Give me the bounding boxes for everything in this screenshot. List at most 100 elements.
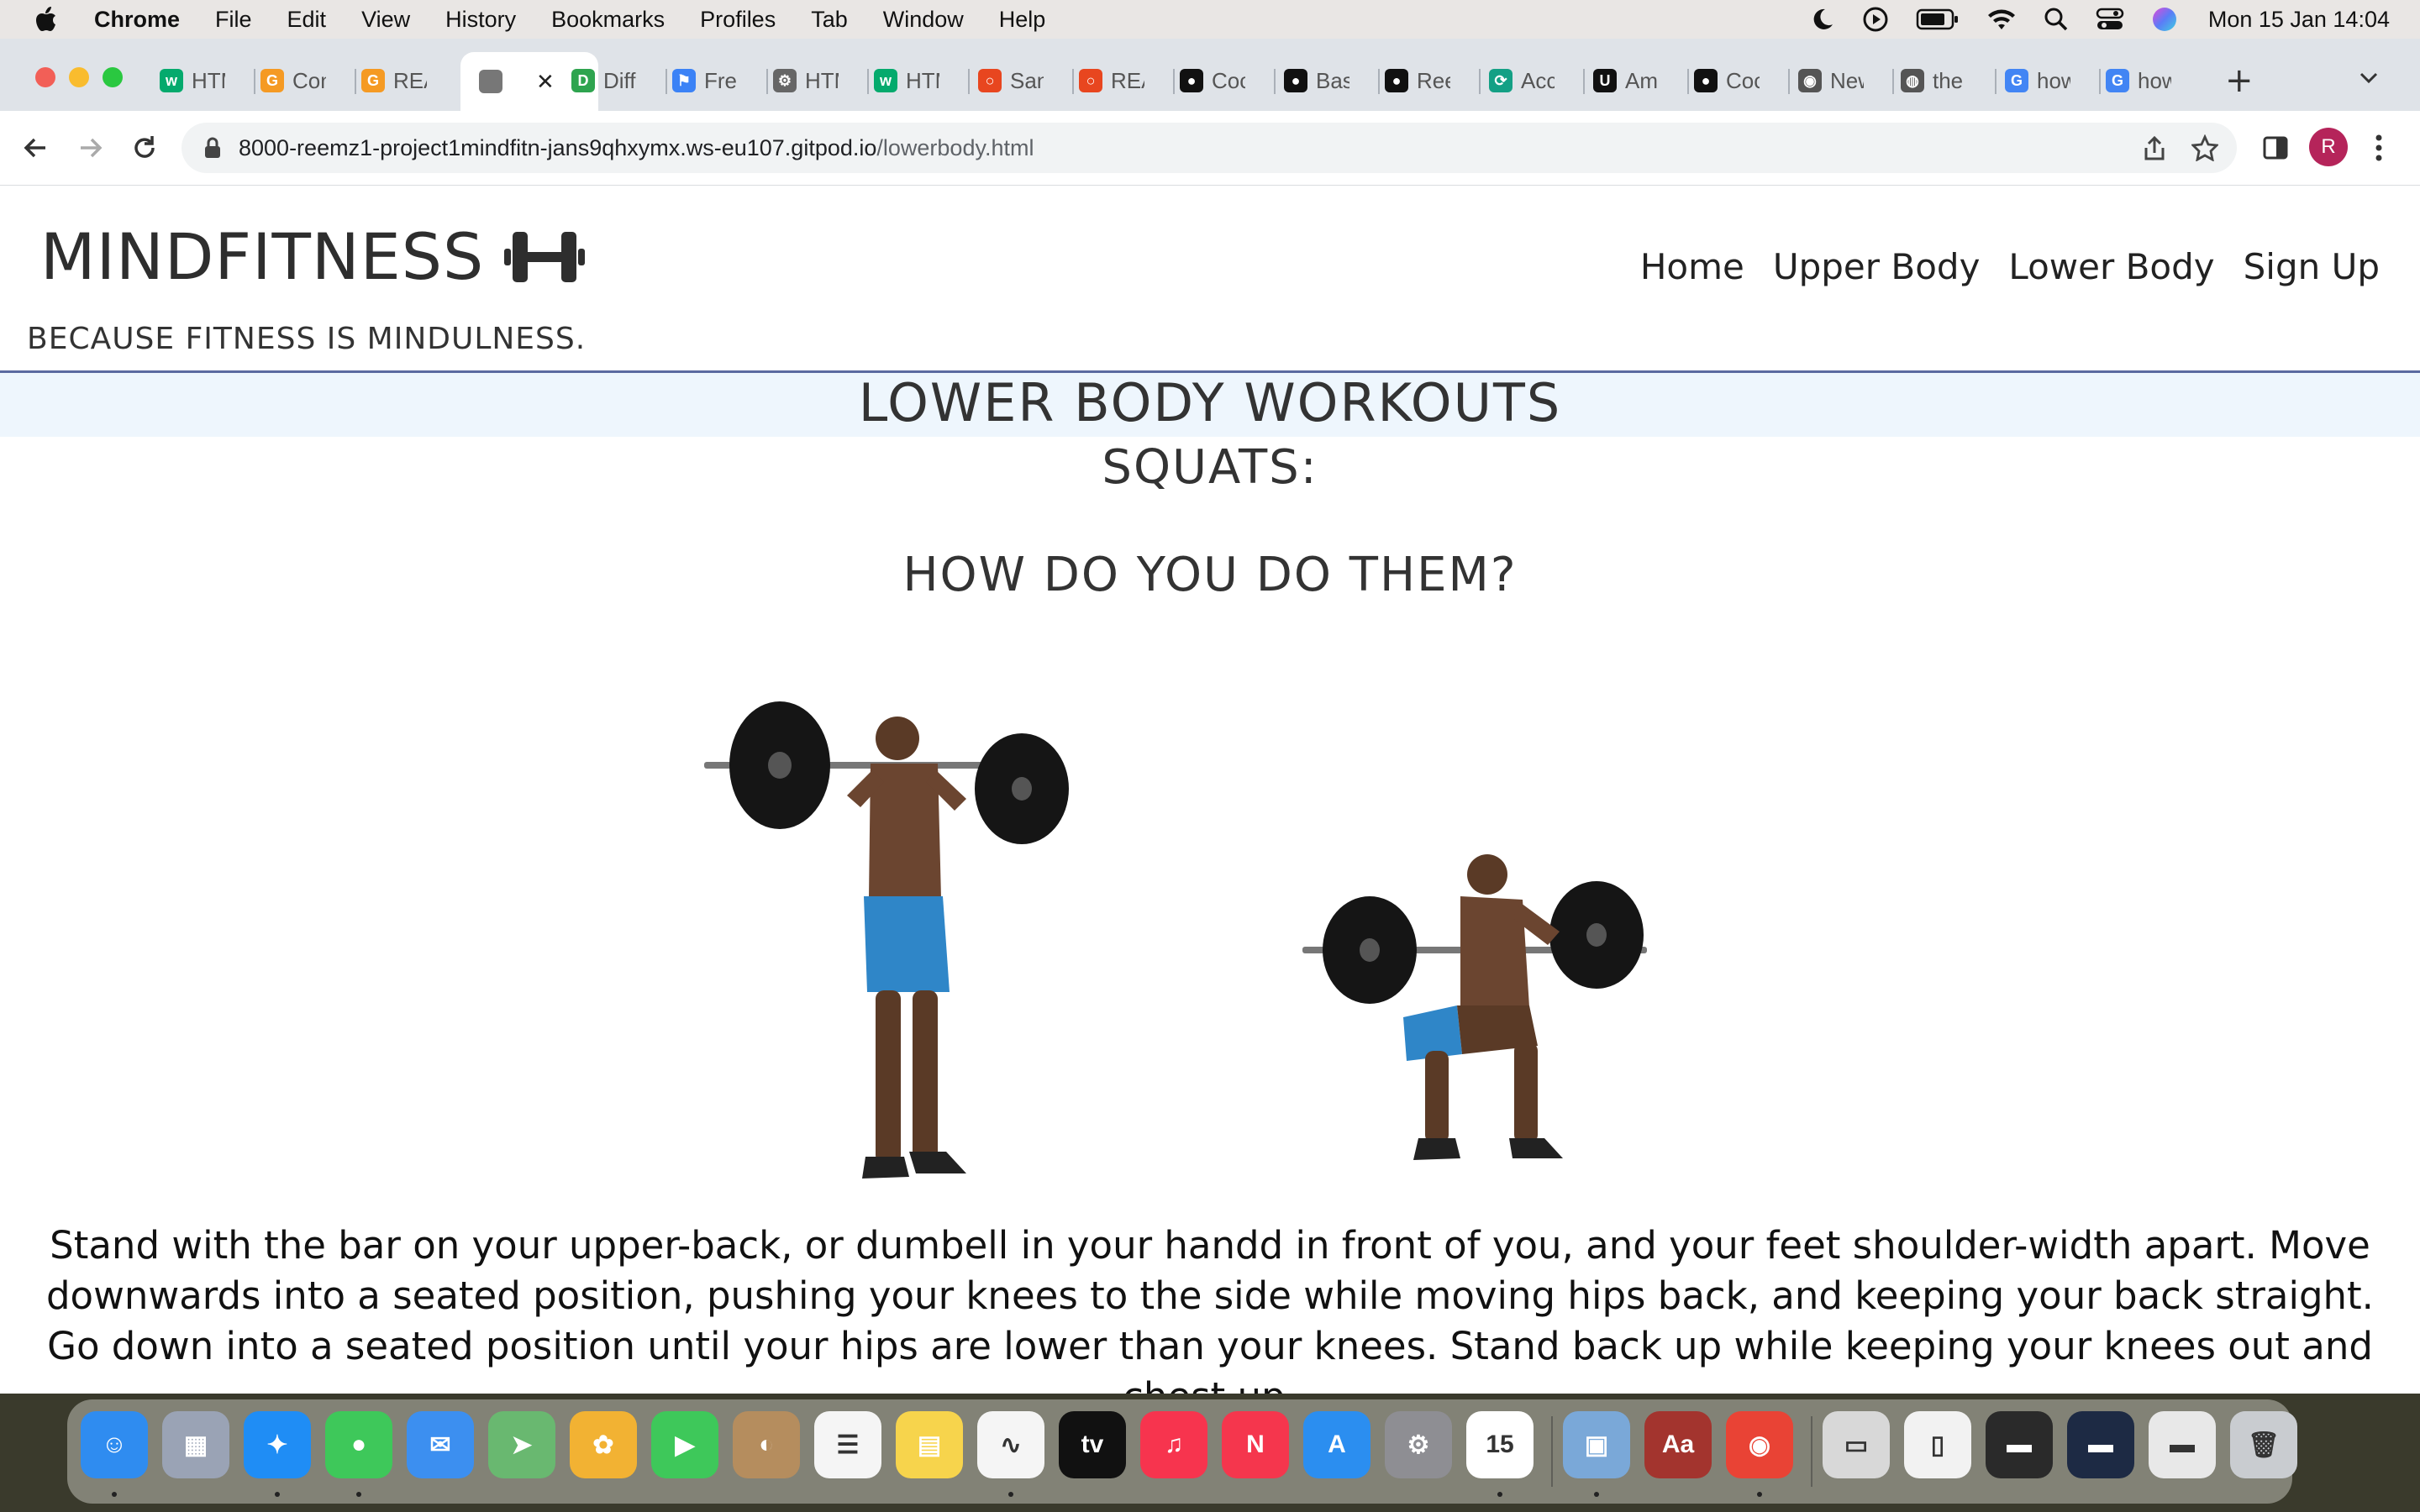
news-icon[interactable]: N bbox=[1222, 1411, 1289, 1478]
browser-tab[interactable]: ○ REA bbox=[1079, 54, 1163, 108]
menu-help[interactable]: Help bbox=[999, 7, 1046, 33]
photos-icon[interactable]: ✿ bbox=[570, 1411, 637, 1478]
browser-tab[interactable]: ⚙ HTM bbox=[773, 54, 857, 108]
tab-separator bbox=[1378, 69, 1380, 94]
reload-icon[interactable] bbox=[129, 133, 160, 163]
browser-tab[interactable]: ⚑ Free bbox=[672, 54, 756, 108]
browser-tab[interactable]: D Diff bbox=[571, 54, 655, 108]
siri-icon[interactable] bbox=[2151, 6, 2178, 33]
browser-tab[interactable]: G Con bbox=[260, 54, 345, 108]
chrome-icon[interactable]: ◉ bbox=[1726, 1411, 1793, 1478]
menu-file[interactable]: File bbox=[215, 7, 252, 33]
browser-tab[interactable]: ◉ New bbox=[1798, 54, 1882, 108]
back-arrow-icon[interactable] bbox=[20, 133, 50, 163]
tab-title: Am bbox=[1625, 67, 1658, 93]
menu-clock[interactable]: Mon 15 Jan 14:04 bbox=[2208, 7, 2390, 33]
browser-tab[interactable]: G REA bbox=[361, 54, 445, 108]
menu-profiles[interactable]: Profiles bbox=[700, 7, 776, 33]
screenshot-1-icon[interactable]: ▬ bbox=[1986, 1411, 2053, 1478]
contacts-icon[interactable]: ◐ bbox=[733, 1411, 800, 1478]
system-settings-icon[interactable]: ⚙ bbox=[1385, 1411, 1452, 1478]
tab-title: San bbox=[1010, 67, 1044, 93]
browser-tab[interactable]: ● Coc bbox=[1694, 54, 1778, 108]
page-title: LOWER BODY WORKOUTS bbox=[858, 372, 1562, 433]
flag-icon: ⚑ bbox=[672, 69, 696, 92]
nav-upper-body[interactable]: Upper Body bbox=[1773, 246, 1981, 287]
maximize-window-button[interactable] bbox=[103, 67, 123, 87]
nav-sign-up[interactable]: Sign Up bbox=[2244, 246, 2380, 287]
tab-separator bbox=[1687, 69, 1689, 94]
browser-tab[interactable]: ◍ the bbox=[1901, 54, 1985, 108]
tab-search-chevron-icon[interactable] bbox=[2360, 72, 2378, 84]
main-nav: Home Upper Body Lower Body Sign Up bbox=[1640, 246, 2380, 287]
browser-tab[interactable]: w HTM bbox=[874, 54, 958, 108]
moon-icon[interactable] bbox=[1808, 6, 1835, 33]
tv-icon[interactable]: tv bbox=[1059, 1411, 1126, 1478]
launchpad-icon[interactable]: ▦ bbox=[162, 1411, 229, 1478]
screenshot-3-icon[interactable]: ▬ bbox=[2149, 1411, 2216, 1478]
preview-icon[interactable]: ▣ bbox=[1563, 1411, 1630, 1478]
menu-window[interactable]: Window bbox=[883, 7, 964, 33]
freeform-icon[interactable]: ∿ bbox=[977, 1411, 1044, 1478]
wifi-icon[interactable] bbox=[1986, 7, 2017, 32]
running-indicator bbox=[1594, 1492, 1599, 1497]
site-logo[interactable]: MINDFITNESS bbox=[40, 219, 586, 294]
browser-tab[interactable]: ○ San bbox=[978, 54, 1062, 108]
chrome-menu-icon[interactable] bbox=[2375, 133, 2383, 163]
browser-tab[interactable]: Ghow bbox=[2005, 54, 2089, 108]
forward-arrow-icon[interactable] bbox=[76, 133, 106, 163]
browser-tab[interactable]: ● Ree bbox=[1385, 54, 1469, 108]
menu-app-name[interactable]: Chrome bbox=[94, 7, 180, 33]
page-viewport: MINDFITNESS BECAUSE FITNESS IS MINDULNES… bbox=[0, 186, 2420, 1394]
menu-edit[interactable]: Edit bbox=[287, 7, 327, 33]
url-text[interactable]: 8000-reemz1-project1mindfitn-jans9qhxymx… bbox=[239, 135, 1034, 161]
close-window-button[interactable] bbox=[35, 67, 55, 87]
spotlight-search-icon[interactable] bbox=[2044, 7, 2069, 32]
document-icon[interactable]: ▭ bbox=[1823, 1411, 1890, 1478]
github-icon: ● bbox=[1385, 69, 1408, 92]
finder-icon[interactable]: ☺ bbox=[81, 1411, 148, 1478]
browser-tab[interactable]: ⟳ Acc bbox=[1489, 54, 1573, 108]
g-orange-icon: G bbox=[260, 69, 284, 92]
browser-tab[interactable]: Ghow bbox=[2106, 54, 2190, 108]
browser-tab[interactable]: ● Coc bbox=[1180, 54, 1264, 108]
control-center-icon[interactable] bbox=[2096, 7, 2124, 32]
menu-history[interactable]: History bbox=[445, 7, 516, 33]
address-bar[interactable]: 8000-reemz1-project1mindfitn-jans9qhxymx… bbox=[182, 123, 2237, 173]
running-indicator bbox=[356, 1492, 361, 1497]
tab-separator bbox=[1173, 69, 1175, 94]
menu-view[interactable]: View bbox=[361, 7, 410, 33]
lock-icon[interactable] bbox=[203, 136, 222, 160]
facetime-icon[interactable]: ▶ bbox=[651, 1411, 718, 1478]
calendar-icon[interactable]: 15 bbox=[1466, 1411, 1534, 1478]
browser-tab[interactable]: w HTML bbox=[160, 54, 244, 108]
share-icon[interactable] bbox=[2143, 136, 2166, 161]
notes-icon[interactable]: ▤ bbox=[896, 1411, 963, 1478]
app-store-icon[interactable]: A bbox=[1303, 1411, 1370, 1478]
messages-icon[interactable]: ● bbox=[325, 1411, 392, 1478]
menu-bookmarks[interactable]: Bookmarks bbox=[551, 7, 665, 33]
close-tab-icon[interactable]: ✕ bbox=[536, 69, 555, 95]
new-tab-button[interactable]: + bbox=[2225, 64, 2254, 97]
profile-avatar[interactable]: R bbox=[2309, 128, 2348, 166]
reminders-icon[interactable]: ☰ bbox=[814, 1411, 881, 1478]
maps-icon[interactable]: ➤ bbox=[488, 1411, 555, 1478]
safari-icon[interactable]: ✦ bbox=[244, 1411, 311, 1478]
battery-icon[interactable] bbox=[1916, 8, 1960, 31]
nav-lower-body[interactable]: Lower Body bbox=[2008, 246, 2214, 287]
trash-icon[interactable]: 🗑 bbox=[2230, 1411, 2297, 1478]
nav-home[interactable]: Home bbox=[1640, 246, 1744, 287]
side-panel-icon[interactable] bbox=[2262, 134, 2289, 161]
browser-tab[interactable]: ● Bas bbox=[1284, 54, 1368, 108]
bookmark-star-icon[interactable] bbox=[2191, 134, 2218, 161]
screenshot-2-icon[interactable]: ▬ bbox=[2067, 1411, 2134, 1478]
dictionary-icon[interactable]: Aa bbox=[1644, 1411, 1712, 1478]
minimize-window-button[interactable] bbox=[69, 67, 89, 87]
file-icon[interactable]: ▯ bbox=[1904, 1411, 1971, 1478]
apple-icon[interactable] bbox=[35, 7, 57, 32]
mail-icon[interactable]: ✉ bbox=[407, 1411, 474, 1478]
music-icon[interactable]: ♫ bbox=[1140, 1411, 1207, 1478]
menu-tab[interactable]: Tab bbox=[811, 7, 848, 33]
browser-tab[interactable]: U Am bbox=[1593, 54, 1677, 108]
play-circle-icon[interactable] bbox=[1862, 6, 1889, 33]
